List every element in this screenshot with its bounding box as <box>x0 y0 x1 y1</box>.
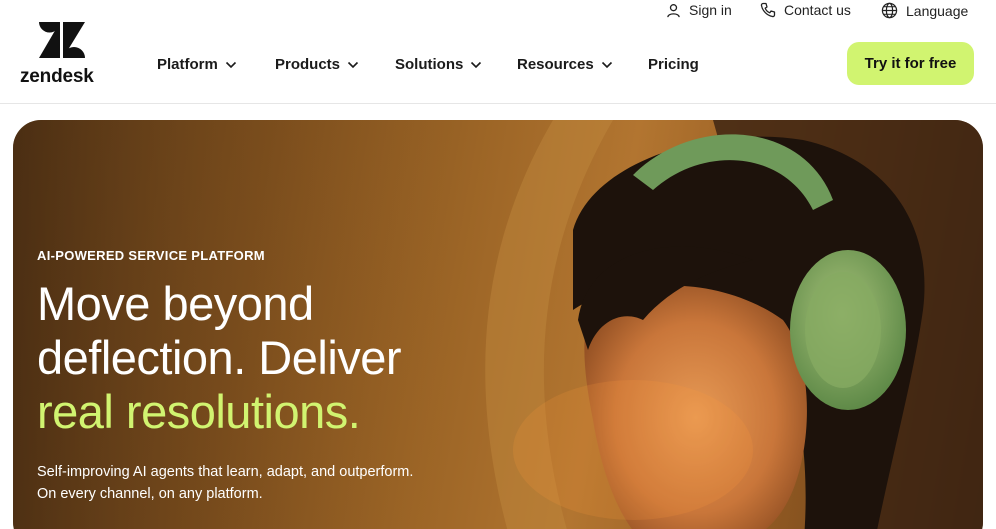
hero-copy: AI-POWERED SERVICE PLATFORM Move beyond … <box>37 248 413 505</box>
zendesk-logo-mark-icon <box>39 22 85 58</box>
subtitle-line-2: On every channel, on any platform. <box>37 486 263 502</box>
nav-products[interactable]: Products <box>275 56 359 73</box>
headline-line-1: Move beyond <box>37 277 314 330</box>
headline-accent: real resolutions. <box>37 385 361 438</box>
chevron-down-icon <box>347 61 359 68</box>
nav-products-label: Products <box>275 56 341 73</box>
logo-wordmark: zendesk <box>20 66 94 87</box>
try-it-for-free-button[interactable]: Try it for free <box>847 42 974 85</box>
hero-banner: AI-POWERED SERVICE PLATFORM Move beyond … <box>13 120 983 529</box>
site-header: zendesk Sign in Contact us Language Plat… <box>0 0 996 104</box>
nav-pricing[interactable]: Pricing <box>648 56 699 73</box>
hero-subtitle: Self-improving AI agents that learn, ada… <box>37 461 413 505</box>
contact-us-label: Contact us <box>784 2 851 18</box>
sign-in-link-main[interactable]: Sign in <box>666 2 732 18</box>
nav-pricing-label: Pricing <box>648 56 699 73</box>
chevron-down-icon <box>471 61 482 68</box>
nav-solutions-label: Solutions <box>395 56 464 73</box>
user-icon <box>667 3 680 17</box>
nav-platform-label: Platform <box>157 56 218 73</box>
nav-resources-label: Resources <box>517 56 594 73</box>
sign-in-label: Sign in <box>689 2 732 18</box>
language-label: Language <box>906 2 969 19</box>
headline-line-2: deflection. Deliver <box>37 331 402 384</box>
zendesk-logo[interactable]: zendesk <box>20 22 110 87</box>
chevron-down-icon <box>225 61 236 68</box>
hero-eyebrow: AI-POWERED SERVICE PLATFORM <box>37 248 265 263</box>
contact-us-link[interactable]: Contact us <box>760 2 851 18</box>
subtitle-line-1: Self-improving AI agents that learn, ada… <box>37 464 414 480</box>
hero-headline: Move beyond deflection. Deliver real res… <box>37 277 413 439</box>
globe-icon <box>881 2 898 19</box>
chevron-down-icon <box>601 61 612 68</box>
nav-solutions[interactable]: Solutions <box>395 56 482 73</box>
language-selector[interactable]: Language <box>881 2 968 19</box>
nav-platform[interactable]: Platform <box>157 56 237 73</box>
nav-resources[interactable]: Resources <box>517 56 613 73</box>
phone-icon <box>760 2 776 18</box>
